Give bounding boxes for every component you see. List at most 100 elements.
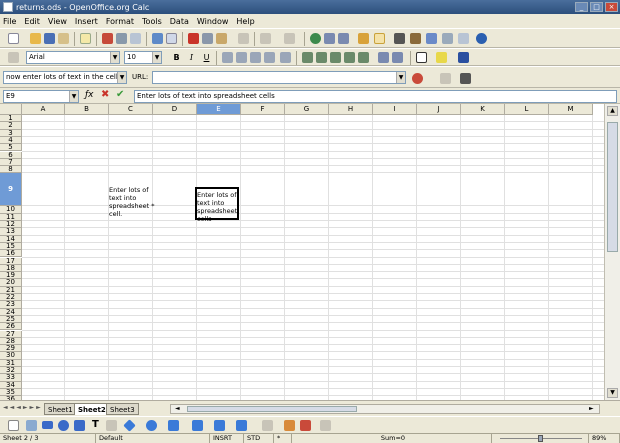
- column-header-D[interactable]: D: [153, 104, 197, 115]
- column-header-I[interactable]: I: [373, 104, 417, 115]
- find-icon[interactable]: [460, 73, 471, 84]
- horizontal-scrollbar[interactable]: ◄ ►: [170, 404, 600, 414]
- name-box[interactable]: E9 ▼: [3, 90, 79, 103]
- menu-edit[interactable]: Edit: [24, 17, 40, 26]
- sort-descending-icon[interactable]: [338, 33, 349, 44]
- column-header-K[interactable]: K: [461, 104, 505, 115]
- vertical-scrollbar[interactable]: ▲ ▼: [604, 104, 620, 400]
- function-wizard-icon[interactable]: ƒx: [85, 90, 94, 100]
- bold-button[interactable]: B: [171, 52, 182, 63]
- menu-data[interactable]: Data: [170, 17, 189, 26]
- close-button[interactable]: ×: [605, 2, 618, 12]
- spreadsheet-grid[interactable]: ABCDEFGHIJKLM 1 2 3 4 5 6 7 8 9 10 11 12 13 14 15 16 17 1…: [0, 104, 604, 400]
- column-header-B[interactable]: B: [65, 104, 109, 115]
- status-zoom[interactable]: 89%: [588, 434, 620, 443]
- styles-formatting-icon[interactable]: [8, 52, 19, 63]
- underline-button[interactable]: U: [201, 52, 212, 63]
- borders-icon[interactable]: [416, 52, 427, 63]
- merge-cells-icon[interactable]: [280, 52, 291, 63]
- italic-button[interactable]: I: [186, 52, 197, 63]
- ellipse-icon[interactable]: [58, 420, 69, 431]
- callout-icon[interactable]: [106, 420, 117, 431]
- menu-tools[interactable]: Tools: [142, 17, 162, 26]
- zoom-icon[interactable]: [458, 33, 469, 44]
- flowcharts-icon[interactable]: [192, 420, 203, 431]
- extrusion-icon[interactable]: [320, 420, 331, 431]
- column-header-A[interactable]: A: [22, 104, 65, 115]
- standard-format-icon[interactable]: [330, 52, 341, 63]
- symbol-shapes-icon[interactable]: [146, 420, 157, 431]
- column-header-H[interactable]: H: [329, 104, 373, 115]
- callouts-icon[interactable]: [214, 420, 225, 431]
- zoom-slider-handle[interactable]: [538, 435, 543, 442]
- stars-icon[interactable]: [236, 420, 247, 431]
- row-header-9[interactable]: 9: [0, 173, 22, 207]
- points-icon[interactable]: [262, 420, 273, 431]
- data-sources-icon[interactable]: [442, 33, 453, 44]
- menu-format[interactable]: Format: [106, 17, 134, 26]
- fontwork-icon[interactable]: [300, 420, 311, 431]
- status-insert-mode[interactable]: INSRT: [210, 434, 244, 443]
- autospellcheck-icon[interactable]: [166, 33, 177, 44]
- cell-E9[interactable]: Enter lots of text into spreadsheet cell…: [197, 191, 237, 223]
- page-preview-icon[interactable]: [130, 33, 141, 44]
- font-size-combo[interactable]: 10 ▼: [124, 51, 162, 64]
- status-page-style[interactable]: Default: [96, 434, 210, 443]
- maximize-button[interactable]: □: [590, 2, 603, 12]
- insert-hyperlink-icon[interactable]: [440, 73, 451, 84]
- formula-input[interactable]: Enter lots of text into spreadsheet cell…: [134, 90, 617, 103]
- cancel-icon[interactable]: ✖: [101, 89, 109, 100]
- column-header-G[interactable]: G: [285, 104, 329, 115]
- hyperlink-icon[interactable]: [310, 33, 321, 44]
- row-header-8[interactable]: 8: [0, 165, 22, 174]
- cut-icon[interactable]: [188, 33, 199, 44]
- sheet-tab-3[interactable]: Sheet3: [106, 403, 139, 415]
- sheet-navigation-arrows-icon[interactable]: ◄◄◄►►►: [3, 404, 43, 411]
- spellcheck-icon[interactable]: [152, 33, 163, 44]
- redo-icon[interactable]: [284, 33, 295, 44]
- select-arrow-icon[interactable]: [8, 420, 19, 431]
- minimize-button[interactable]: _: [575, 2, 588, 12]
- menu-help[interactable]: Help: [236, 17, 254, 26]
- column-header-F[interactable]: F: [241, 104, 285, 115]
- open-folder-icon[interactable]: [30, 33, 41, 44]
- line-icon[interactable]: [26, 420, 37, 431]
- delete-decimal-icon[interactable]: [358, 52, 369, 63]
- text-icon[interactable]: T: [92, 419, 99, 430]
- export-pdf-icon[interactable]: [102, 33, 113, 44]
- column-header-E[interactable]: E: [197, 104, 241, 115]
- from-file-icon[interactable]: [284, 420, 295, 431]
- menu-window[interactable]: Window: [197, 17, 229, 26]
- find-replace-icon[interactable]: [394, 33, 405, 44]
- column-header-L[interactable]: L: [505, 104, 549, 115]
- increase-indent-icon[interactable]: [392, 52, 403, 63]
- menu-insert[interactable]: Insert: [75, 17, 98, 26]
- percent-format-icon[interactable]: [316, 52, 327, 63]
- column-header-J[interactable]: J: [417, 104, 461, 115]
- scroll-left-icon[interactable]: ◄: [175, 405, 183, 413]
- column-header-M[interactable]: M: [549, 104, 593, 115]
- status-selection-mode[interactable]: STD: [244, 434, 274, 443]
- save-icon[interactable]: [44, 33, 55, 44]
- hyperlink-text-combo[interactable]: now enter lots of text in the cell wi ▼: [3, 71, 127, 84]
- show-draw-functions-icon[interactable]: [374, 33, 385, 44]
- align-right-icon[interactable]: [250, 52, 261, 63]
- clone-formatting-icon[interactable]: [238, 33, 249, 44]
- navigator-icon[interactable]: [410, 33, 421, 44]
- new-document-icon[interactable]: [8, 33, 19, 44]
- scroll-up-icon[interactable]: ▲: [607, 106, 618, 116]
- copy-icon[interactable]: [202, 33, 213, 44]
- sort-ascending-icon[interactable]: [324, 33, 335, 44]
- cell-C9[interactable]: Enter lots of text into spreadsheet * ce…: [109, 186, 155, 218]
- print-icon[interactable]: [116, 33, 127, 44]
- scroll-right-icon[interactable]: ►: [589, 405, 597, 413]
- curve-icon[interactable]: [74, 420, 85, 431]
- edit-file-icon[interactable]: [80, 33, 91, 44]
- font-name-combo[interactable]: Arial ▼: [26, 51, 120, 64]
- justify-icon[interactable]: [264, 52, 275, 63]
- menu-view[interactable]: View: [48, 17, 67, 26]
- background-color-icon[interactable]: [436, 52, 447, 63]
- undo-icon[interactable]: [260, 33, 271, 44]
- gallery-icon[interactable]: [426, 33, 437, 44]
- align-left-icon[interactable]: [222, 52, 233, 63]
